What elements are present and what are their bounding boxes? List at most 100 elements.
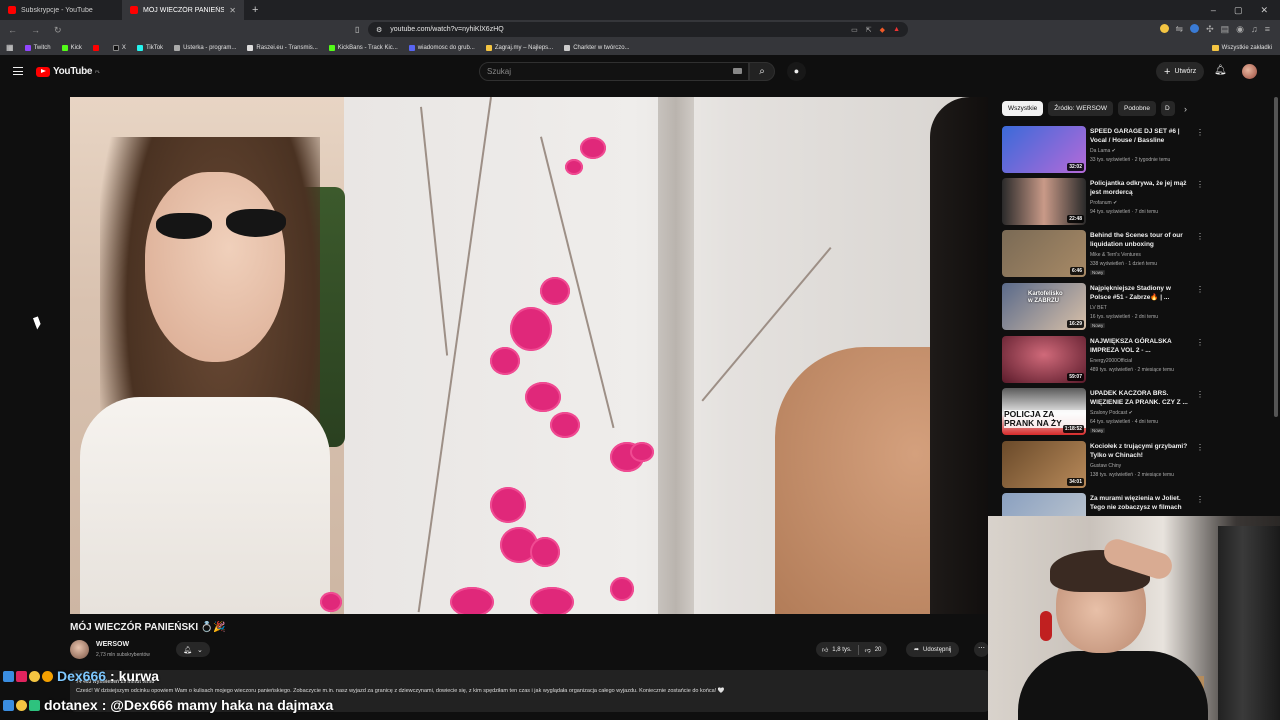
recommendation-title[interactable]: SPEED GARAGE DJ SET #6 | Vocal / House /… — [1090, 127, 1190, 145]
recommendation-channel[interactable]: Gustaw Chiny — [1090, 463, 1121, 469]
apps-icon[interactable]: ▦ — [6, 43, 14, 52]
address-bar[interactable]: ⚙ youtube.com/watch?v=nyhiKlX6zHQ ▭ ⇱ ◆ … — [368, 22, 908, 37]
chip-from-wersow[interactable]: Źródło: WERSOW — [1048, 101, 1113, 116]
menu-hamburger-icon[interactable] — [13, 67, 23, 75]
reload-icon[interactable]: ↻ — [54, 25, 62, 36]
bookmark-item[interactable]: Twitch — [24, 44, 51, 51]
subscribed-notifications-button[interactable]: 🔔︎ ⌄ — [176, 642, 210, 657]
more-vert-icon[interactable]: ⋮ — [1196, 443, 1204, 452]
bookmark-item[interactable]: Kick — [61, 44, 82, 51]
video-thumbnail[interactable] — [1002, 493, 1086, 517]
chip-related[interactable]: Podobne — [1117, 101, 1157, 116]
minimize-icon[interactable]: – — [1211, 5, 1216, 16]
create-button[interactable]: + Utwórz — [1156, 62, 1205, 81]
recommendation-title[interactable]: UPADEK KACZORA BRS. WIĘZIENIE ZA PRANK. … — [1090, 389, 1190, 407]
brave-shield-icon[interactable]: ◆ — [880, 26, 885, 34]
recommendation-channel[interactable]: Profanum ✔ — [1090, 200, 1117, 206]
close-tab-icon[interactable]: ✕ — [229, 6, 236, 15]
more-vert-icon[interactable]: ⋮ — [1196, 180, 1204, 189]
more-vert-icon[interactable]: ⋮ — [1196, 338, 1204, 347]
channel-name[interactable]: WERSOW — [96, 641, 129, 648]
recommendation-item[interactable]: Za murami więzienia w Joliet. Tego nie z… — [1002, 493, 1270, 517]
recommendation-item[interactable]: 34:01 Kociołek z trującymi grzybami? Tyl… — [1002, 441, 1270, 491]
recommendation-title[interactable]: Za murami więzienia w Joliet. Tego nie z… — [1090, 494, 1190, 512]
extension-icon[interactable]: ⇋ — [1176, 24, 1184, 35]
recommendation-item[interactable]: 22:48 Policjantka odkrywa, że jej mąż je… — [1002, 178, 1270, 228]
bookmark-item[interactable] — [92, 44, 102, 51]
rewards-icon[interactable]: ▲ — [893, 26, 900, 34]
search-input[interactable]: Szukaj — [479, 62, 749, 81]
more-vert-icon[interactable]: ⋮ — [1196, 495, 1204, 504]
more-vert-icon[interactable]: ⋮ — [1196, 128, 1204, 137]
video-thumbnail[interactable]: 59:07 — [1002, 336, 1086, 383]
more-vert-icon[interactable]: ⋮ — [1196, 390, 1204, 399]
all-bookmarks[interactable]: Wszystkie zakładki — [1211, 44, 1280, 51]
recommendation-title[interactable]: NAJWIĘKSZA GÓRALSKA IMPREZA VOL 2 - ... — [1090, 337, 1190, 355]
forward-icon[interactable]: → — [31, 25, 40, 36]
recommendation-title[interactable]: Kociołek z trującymi grzybami? Tylko w C… — [1090, 442, 1190, 460]
site-info-icon[interactable]: ⚙ — [376, 26, 382, 34]
recommendation-channel[interactable]: Energy2000Official — [1090, 358, 1132, 364]
bookmark-item[interactable]: KickBans - Track Kic... — [328, 44, 398, 51]
chip-all[interactable]: Wszystkie — [1002, 101, 1044, 116]
video-player[interactable] — [70, 97, 988, 614]
bookmark-item[interactable]: Charkter w twórczo... — [564, 44, 630, 51]
recommendation-item[interactable]: Kartofelisko w ZABRZU 16:29 Najpiękniejs… — [1002, 283, 1270, 333]
browser-tab-subscriptions[interactable]: Subskrypcje - YouTube — [0, 0, 122, 20]
dislike-button[interactable]: 👎︎ 20 — [859, 646, 888, 654]
recommendation-item[interactable]: POLICJA ZA PRANK NA ŻY 1:18:52 UPADEK KA… — [1002, 388, 1270, 438]
bookmark-item[interactable]: Usterka - program... — [174, 44, 236, 51]
account-avatar[interactable] — [1242, 64, 1257, 79]
bookmark-item[interactable]: X — [112, 44, 126, 51]
recommendation-item[interactable]: 32:02 SPEED GARAGE DJ SET #6 | Vocal / H… — [1002, 126, 1270, 176]
chevron-right-icon[interactable]: › — [1184, 104, 1187, 114]
more-vert-icon[interactable]: ⋮ — [1196, 232, 1204, 241]
recommendation-title[interactable]: Behind the Scenes tour of our liquidatio… — [1090, 231, 1190, 250]
back-icon[interactable]: ← — [8, 25, 17, 36]
chip-more[interactable]: D — [1161, 101, 1176, 116]
notifications-bell-icon[interactable]: 🔔︎ — [1214, 65, 1227, 76]
keyboard-icon[interactable] — [733, 68, 742, 74]
install-app-icon[interactable]: ▭ — [851, 26, 858, 34]
recommendation-title[interactable]: Najpiękniejsze Stadiony w Polsce #51 - Z… — [1090, 284, 1190, 302]
recommendation-item[interactable]: 6:46 Behind the Scenes tour of our liqui… — [1002, 230, 1270, 280]
more-actions-button[interactable]: ⋯ — [974, 642, 989, 657]
recommendation-channel[interactable]: Da Lama ✔ — [1090, 148, 1116, 154]
playlist-icon[interactable]: ♫ — [1251, 24, 1258, 35]
youtube-logo[interactable]: YouTube PL — [36, 66, 100, 77]
channel-avatar[interactable] — [70, 640, 89, 659]
extensions-puzzle-icon[interactable]: ✣ — [1206, 24, 1214, 35]
video-thumbnail[interactable]: 34:01 — [1002, 441, 1086, 488]
recommendation-channel[interactable]: Szalony Podcast ✔ — [1090, 410, 1133, 416]
profile-icon[interactable]: ◉ — [1236, 24, 1244, 35]
video-thumbnail[interactable]: 6:46 — [1002, 230, 1086, 277]
video-thumbnail[interactable]: 32:02 — [1002, 126, 1086, 173]
video-thumbnail[interactable]: Kartofelisko w ZABRZU 16:29 — [1002, 283, 1086, 330]
share-button[interactable]: ➦ Udostępnij — [906, 642, 960, 657]
video-thumbnail[interactable]: POLICJA ZA PRANK NA ŻY 1:18:52 — [1002, 388, 1086, 435]
like-button[interactable]: 👍︎ 1,8 tys. — [816, 646, 858, 654]
bookmark-star-icon[interactable]: ▯ — [355, 25, 359, 34]
share-page-icon[interactable]: ⇱ — [866, 26, 872, 34]
recommendation-channel[interactable]: Mike & Terri's Ventures — [1090, 252, 1141, 258]
video-thumbnail[interactable]: 22:48 — [1002, 178, 1086, 225]
maximize-icon[interactable]: ▢ — [1234, 5, 1243, 16]
bookmark-item[interactable]: Raszei.eu - Transmis... — [247, 44, 318, 51]
recommendation-channel[interactable]: LV BET — [1090, 305, 1107, 311]
recommendation-item[interactable]: 59:07 NAJWIĘKSZA GÓRALSKA IMPREZA VOL 2 … — [1002, 336, 1270, 386]
bookmark-item[interactable]: wiadomosc do grub... — [408, 44, 475, 51]
browser-tab-video[interactable]: MÓJ WIECZÓR PANIEŃSKI 💍 ✕ — [122, 0, 244, 20]
bookmark-item[interactable]: Zagraj.my – Najleps... — [485, 44, 553, 51]
menu-icon[interactable]: ≡ — [1265, 24, 1270, 35]
extension-icon[interactable] — [1190, 24, 1200, 33]
voice-search-button[interactable]: ● — [787, 62, 806, 81]
recommendation-title[interactable]: Policjantka odkrywa, że jej mąż jest mor… — [1090, 179, 1190, 197]
more-vert-icon[interactable]: ⋮ — [1196, 285, 1204, 294]
sidebar-icon[interactable]: ▤ — [1221, 24, 1230, 35]
scrollbar[interactable] — [1274, 97, 1278, 417]
close-window-icon[interactable]: ✕ — [1260, 5, 1268, 16]
extension-icon[interactable] — [1159, 24, 1169, 33]
bookmark-item[interactable]: TikTok — [136, 44, 163, 51]
search-button[interactable]: ⌕ — [749, 62, 775, 81]
new-tab-button[interactable]: + — [244, 4, 266, 16]
